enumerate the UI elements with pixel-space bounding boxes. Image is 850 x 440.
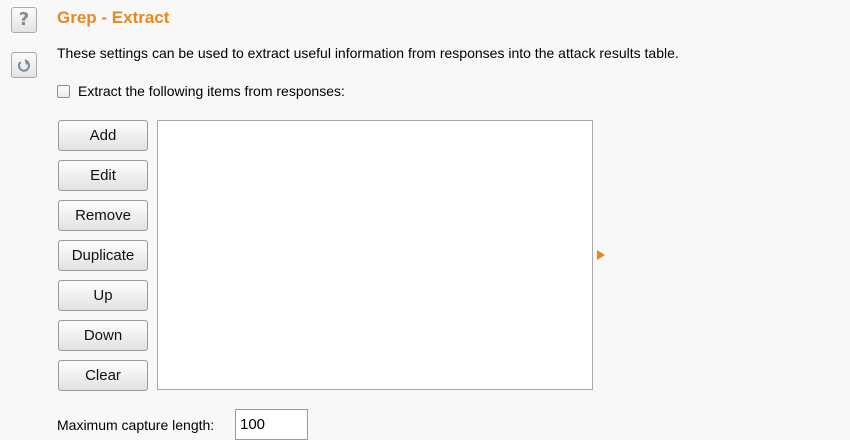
duplicate-button[interactable]: Duplicate — [58, 240, 148, 271]
max-capture-label: Maximum capture length: — [57, 417, 215, 433]
edit-button[interactable]: Edit — [58, 160, 148, 191]
down-button[interactable]: Down — [58, 320, 148, 351]
expand-arrow-icon[interactable] — [597, 250, 605, 260]
section-title: Grep - Extract — [57, 8, 170, 27]
max-capture-input[interactable] — [235, 409, 308, 440]
extract-items-list[interactable] — [157, 120, 593, 390]
up-button[interactable]: Up — [58, 280, 148, 311]
help-icon: ? — [18, 9, 30, 30]
reset-icon — [17, 59, 30, 72]
reset-button[interactable] — [11, 52, 37, 78]
section-description: These settings can be used to extract us… — [57, 45, 679, 61]
extract-option[interactable]: Extract the following items from respons… — [57, 83, 345, 99]
help-button[interactable]: ? — [11, 7, 37, 33]
grep-extract-panel: ? Grep - Extract These settings can be u… — [0, 0, 850, 440]
extract-checkbox-label: Extract the following items from respons… — [78, 83, 345, 99]
remove-button[interactable]: Remove — [58, 200, 148, 231]
add-button[interactable]: Add — [58, 120, 148, 151]
clear-button[interactable]: Clear — [58, 360, 148, 391]
extract-checkbox[interactable] — [57, 84, 70, 98]
